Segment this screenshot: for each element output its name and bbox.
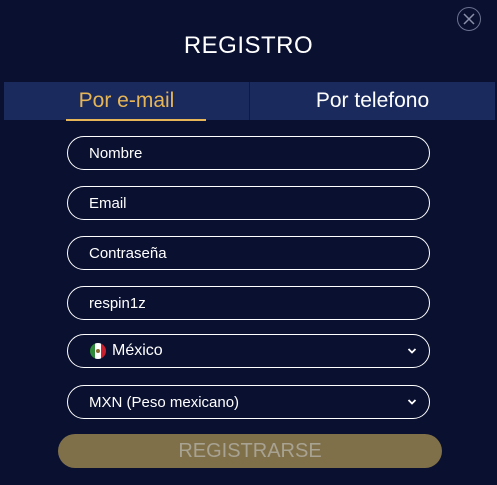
promo-field-wrapper	[67, 286, 430, 320]
tab-email-label: Por e-mail	[78, 89, 175, 112]
name-input[interactable]	[89, 144, 389, 162]
tab-email[interactable]: Por e-mail	[4, 82, 249, 121]
password-input[interactable]	[89, 244, 389, 262]
currency-value: MXN (Peso mexicano)	[89, 393, 240, 411]
mexico-flag-icon	[90, 343, 106, 359]
register-button-label: REGISTRARSE	[178, 439, 322, 462]
tab-phone[interactable]: Por telefono	[250, 82, 495, 120]
country-value: México	[112, 342, 163, 359]
modal-title: REGISTRO	[183, 32, 314, 59]
password-field-wrapper	[67, 236, 430, 270]
registration-tabs: Por e-mail Por telefono	[4, 82, 495, 121]
country-select[interactable]: México	[67, 334, 430, 368]
tab-phone-label: Por telefono	[315, 89, 430, 112]
currency-select[interactable]: MXN (Peso mexicano)	[67, 385, 430, 419]
close-button[interactable]	[457, 7, 481, 31]
email-input[interactable]	[89, 194, 389, 212]
email-field-wrapper	[67, 186, 430, 220]
name-field-wrapper	[67, 136, 430, 170]
chevron-down-icon	[407, 348, 417, 354]
promo-code-input[interactable]	[89, 294, 389, 312]
register-button[interactable]: REGISTRARSE	[58, 434, 442, 468]
chevron-down-icon	[407, 399, 417, 405]
close-icon	[463, 13, 475, 25]
registration-modal: REGISTRO Por e-mail Por telefono México …	[0, 0, 497, 485]
